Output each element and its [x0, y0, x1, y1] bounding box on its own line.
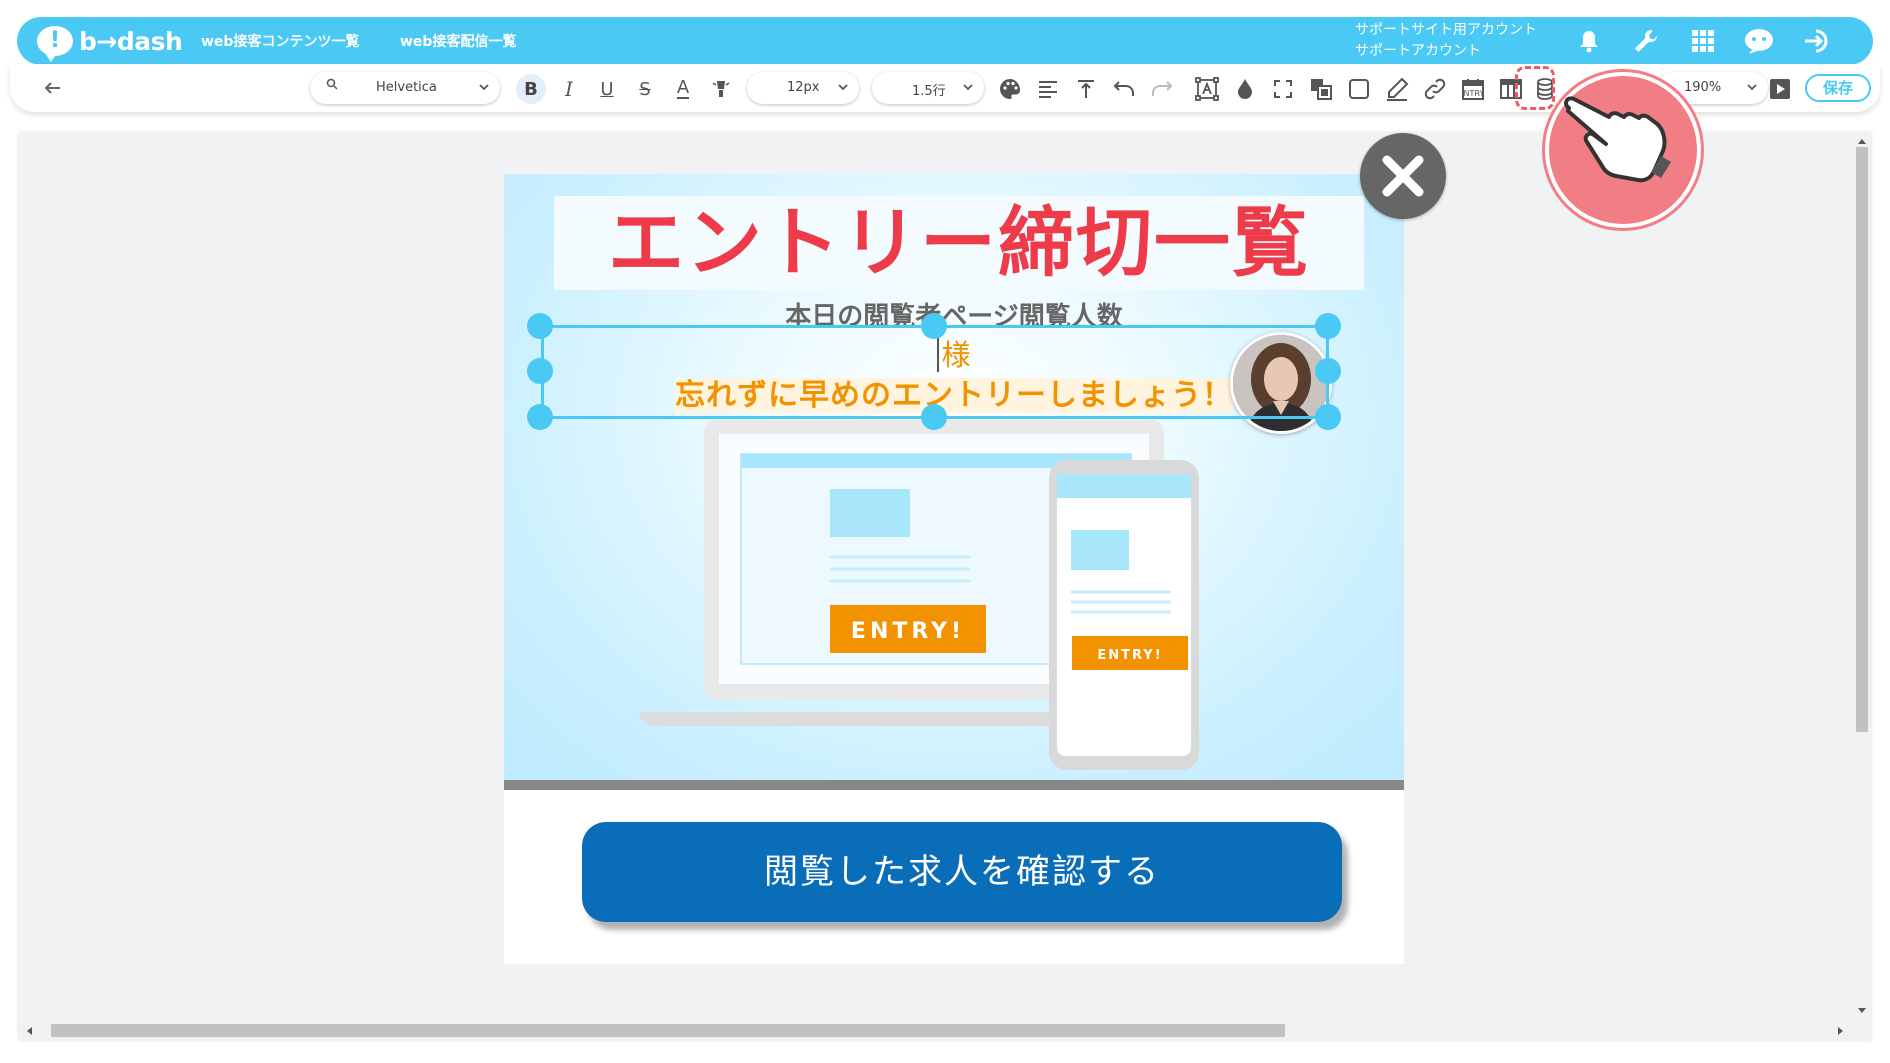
top-header: ! b→dash web接客コンテンツ一覧 web接客配信一覧 サポートサイト用…	[17, 17, 1873, 65]
font-family-select[interactable]: Helvetica	[310, 72, 500, 104]
nav-web-content-list[interactable]: web接客コンテンツ一覧	[201, 31, 359, 51]
close-icon	[1382, 155, 1424, 197]
layer-order-icon[interactable]	[1306, 74, 1336, 104]
horizontal-scrollbar[interactable]	[19, 1022, 1853, 1040]
align-left-icon[interactable]	[1033, 74, 1063, 104]
font-family-value: Helvetica	[376, 80, 437, 95]
save-button[interactable]: 保存	[1805, 74, 1871, 102]
hand-pointer-icon	[1564, 96, 1671, 183]
scroll-down-icon[interactable]	[1857, 1007, 1867, 1015]
search-icon	[326, 78, 338, 94]
chat-support-icon[interactable]	[1743, 26, 1775, 56]
popup-separator	[504, 780, 1404, 790]
vertical-align-top-icon[interactable]	[1071, 74, 1101, 104]
border-icon[interactable]	[1344, 74, 1374, 104]
svg-text:ENTRY!: ENTRY!	[1097, 648, 1162, 663]
account-info[interactable]: サポートサイト用アカウント サポートアカウント	[1355, 20, 1537, 62]
hand-pointer-annotation	[1545, 72, 1701, 228]
resize-handle-top[interactable]	[921, 313, 947, 339]
vertical-scrollbar[interactable]	[1853, 133, 1871, 1023]
back-arrow-icon[interactable]	[40, 76, 64, 100]
redo-icon[interactable]	[1147, 74, 1177, 104]
font-size-value: 12px	[787, 80, 820, 95]
line-height-value: 1.5行	[912, 84, 946, 99]
title-box[interactable]: エントリー締切一覧	[554, 196, 1364, 290]
underline-icon[interactable]: U	[592, 74, 622, 104]
app-grid-icon[interactable]	[1687, 26, 1719, 56]
nav-web-delivery-list[interactable]: web接客配信一覧	[400, 31, 516, 51]
italic-icon[interactable]: I	[554, 74, 584, 104]
resize-handle-top-left[interactable]	[527, 313, 553, 339]
bdash-logo[interactable]: ! b→dash	[37, 24, 183, 62]
link-icon[interactable]	[1420, 74, 1450, 104]
pen-icon[interactable]	[1382, 74, 1412, 104]
text-frame-icon[interactable]	[1192, 74, 1222, 104]
resize-handle-left[interactable]	[527, 358, 553, 384]
vertical-scroll-thumb[interactable]	[1856, 147, 1868, 732]
preview-play-icon[interactable]	[1765, 74, 1795, 104]
calendar-icon[interactable]: ENTRY!	[1458, 74, 1488, 104]
svg-text:ENTRY!: ENTRY!	[1462, 89, 1484, 98]
chevron-down-icon	[478, 81, 490, 97]
popup-hero-area: ENTRY! ENTRY! エントリー締切一覧 本日の閲覧者ページ閲覧人数 様 …	[504, 174, 1404, 780]
line-height-select[interactable]: 1.5行	[872, 72, 984, 104]
drop-icon[interactable]	[1230, 74, 1260, 104]
bold-icon[interactable]: B	[516, 74, 546, 104]
highlight-icon[interactable]	[706, 74, 736, 104]
cta-button[interactable]: 閲覧した求人を確認する	[582, 822, 1342, 922]
logout-icon[interactable]	[1802, 26, 1834, 56]
wrench-icon[interactable]	[1630, 26, 1662, 56]
device-illustration: ENTRY! ENTRY!	[639, 420, 1199, 770]
logo-text: b→dash	[79, 26, 183, 56]
close-popup-button[interactable]	[1360, 133, 1446, 219]
bell-icon[interactable]	[1573, 26, 1605, 56]
strikethrough-icon[interactable]: S	[630, 74, 660, 104]
account-site: サポートサイト用アカウント	[1355, 22, 1537, 38]
chevron-down-icon	[837, 81, 849, 97]
undo-icon[interactable]	[1109, 74, 1139, 104]
resize-handle-top-right[interactable]	[1315, 313, 1341, 339]
palette-icon[interactable]	[995, 74, 1025, 104]
resize-handle-bottom-right[interactable]	[1315, 404, 1341, 430]
resize-handle-right[interactable]	[1315, 358, 1341, 384]
font-color-icon[interactable]: A	[668, 74, 698, 104]
resize-handle-bottom-left[interactable]	[527, 404, 553, 430]
scroll-left-icon[interactable]	[25, 1026, 33, 1036]
scroll-right-icon[interactable]	[1837, 1026, 1845, 1036]
horizontal-scroll-thumb[interactable]	[51, 1024, 1285, 1037]
web-popup-preview[interactable]: ENTRY! ENTRY! エントリー締切一覧 本日の閲覧者ページ閲覧人数 様 …	[504, 174, 1404, 964]
font-size-select[interactable]: 12px	[747, 72, 859, 104]
scroll-up-icon[interactable]	[1857, 137, 1867, 145]
chevron-down-icon	[962, 81, 974, 97]
popup-title: エントリー締切一覧	[608, 198, 1310, 287]
logo-bubble-icon: !	[37, 26, 73, 62]
account-name: サポートアカウント	[1355, 43, 1481, 59]
resize-handle-bottom[interactable]	[921, 404, 947, 430]
fullscreen-icon[interactable]	[1268, 74, 1298, 104]
entry-label-laptop: ENTRY!	[851, 619, 965, 644]
chevron-down-icon	[1746, 81, 1758, 97]
